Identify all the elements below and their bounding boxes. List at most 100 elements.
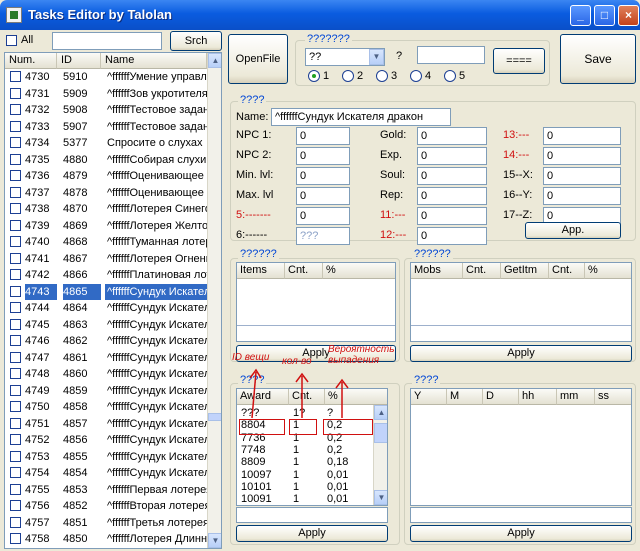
row-checkbox[interactable] [10,318,21,330]
list-item[interactable]: 4734 5377 Спросите о слухах [5,135,207,151]
award-cell-cnt[interactable]: 1 [293,444,299,456]
col3-field-input[interactable]: 0 [543,187,621,205]
award-cell-id[interactable]: 10097 [241,469,272,481]
col1-field-input[interactable]: 0 [296,167,350,185]
list-scrollbar[interactable]: ▲ ▼ [207,53,221,548]
row-checkbox[interactable] [10,434,21,445]
save-button[interactable]: Save [560,34,636,84]
column-header-id[interactable]: ID [57,53,101,69]
award-apply-button[interactable]: Apply [236,525,388,542]
list-item[interactable]: 4748 4860 ^ffffffСундук Искател [5,366,207,382]
award-cell-pct[interactable]: 0,18 [327,456,348,468]
list-item[interactable]: 4733 5907 ^ffffffТестовое задан [5,119,207,135]
award-cell-cnt[interactable]: 1 [293,493,299,505]
scroll-up-icon[interactable]: ▲ [208,53,221,68]
list-item[interactable]: 4736 4879 ^ffffffОценивающее и [5,168,207,184]
time-header-y[interactable]: Y [411,389,447,405]
row-checkbox[interactable] [10,104,21,115]
list-item[interactable]: 4730 5910 ^ffffffУмение управл [5,69,207,85]
col1-field-input[interactable]: 0 [296,127,350,145]
list-item[interactable]: 4758 4850 ^ffffffЛотерея Длинн [5,531,207,547]
mobs-edit-row[interactable] [411,325,631,341]
award-cell-cnt[interactable]: 1 [293,481,299,493]
list-item[interactable]: 4755 4853 ^ffffffПервая лотерея [5,482,207,498]
col2-field-input[interactable]: 0 [417,187,487,205]
award-cell-pct[interactable]: 0,2 [327,444,342,456]
combo-arrow-icon[interactable]: ▼ [369,49,384,65]
row-checkbox[interactable] [10,533,21,544]
items-grid[interactable]: Items Cnt. % [236,262,396,342]
col1-field-input[interactable]: ??? [296,227,350,245]
row-checkbox[interactable] [10,417,21,429]
mobs-header-cnt[interactable]: Cnt. [463,263,501,279]
name-input[interactable]: ^ffffffСундук Искателя дракон [271,108,451,126]
list-item[interactable]: 4752 4856 ^ffffffСундук Искател [5,432,207,448]
list-item[interactable]: 4737 4878 ^ffffffОценивающее и [5,185,207,201]
row-checkbox[interactable] [10,401,21,412]
list-item[interactable]: 4746 4862 ^ffffffСундук Искател [5,333,207,349]
row-checkbox[interactable] [10,302,21,313]
award-cell-cnt[interactable]: 1 [293,456,299,468]
time-edit-row[interactable] [410,507,632,523]
items-header-cnt[interactable]: Cnt. [285,263,323,279]
col3-field-input[interactable]: 0 [543,147,621,165]
award-cell-pct[interactable]: 0,01 [327,481,348,493]
list-item[interactable]: 4742 4866 ^ffffffПлатиновая лот [5,267,207,283]
row-checkbox[interactable] [10,236,21,247]
mobs-header-mobs[interactable]: Mobs [411,263,463,279]
list-item[interactable]: 4744 4864 ^ffffffСундук Искател [5,300,207,316]
award-cell-id[interactable]: 10101 [241,481,272,493]
time-header-ss[interactable]: ss [595,389,631,405]
row-checkbox[interactable] [10,203,21,214]
col2-field-input[interactable]: 0 [417,147,487,165]
list-item[interactable]: 4753 4855 ^ffffffСундук Искател [5,449,207,465]
row-checkbox[interactable] [10,137,21,148]
radio-5[interactable] [444,70,456,82]
list-item[interactable]: 4747 4861 ^ffffffСундук Искател [5,350,207,366]
col3-field-input[interactable]: 0 [543,167,621,185]
all-checkbox[interactable] [6,35,17,46]
quest-list[interactable]: Num. ID Name 4730 5910 ^ffffffУмение управ… [4,52,222,549]
list-item[interactable]: 4745 4863 ^ffffffСундук Искател [5,317,207,333]
time-header-mm[interactable]: mm [557,389,595,405]
award-cell-id[interactable]: 8809 [241,456,265,468]
award-cell-cnt[interactable]: 1 [293,469,299,481]
mobs-grid[interactable]: Mobs Cnt. GetItm Cnt. % [410,262,632,342]
row-checkbox[interactable] [10,335,21,346]
row-checkbox[interactable] [10,170,21,181]
minimize-button[interactable]: _ [570,5,591,26]
openfile-button[interactable]: OpenFile [228,34,288,84]
items-edit-row[interactable] [237,325,395,341]
award-scroll-thumb[interactable] [374,423,387,443]
col1-field-input[interactable]: 0 [296,147,350,165]
award-edit-row[interactable] [236,507,388,523]
row-checkbox[interactable] [10,153,21,165]
list-item[interactable]: 4741 4867 ^ffffffЛотерея Огненн [5,251,207,267]
row-checkbox[interactable] [10,483,21,495]
list-item[interactable]: 4756 4852 ^ffffffВторая лотерея [5,498,207,514]
list-item[interactable]: 4749 4859 ^ffffffСундук Искател [5,383,207,399]
maximize-button[interactable]: □ [594,5,615,26]
list-item[interactable]: 4754 4854 ^ffffffСундук Искател [5,465,207,481]
row-checkbox[interactable] [10,252,21,264]
award-cell-id[interactable]: 10091 [241,493,272,505]
column-header-name[interactable]: Name [101,53,207,69]
col2-field-input[interactable]: 0 [417,167,487,185]
row-checkbox[interactable] [10,467,21,478]
row-checkbox[interactable] [10,71,21,82]
list-item[interactable]: 4757 4851 ^ffffffТретья лотерея [5,515,207,531]
award-cell-pct[interactable]: 0,01 [327,493,348,505]
row-checkbox[interactable] [10,87,21,99]
radio-2[interactable] [342,70,354,82]
col2-field-input[interactable]: 0 [417,227,487,245]
time-apply-button[interactable]: Apply [410,525,632,542]
q-input[interactable] [417,46,485,64]
row-checkbox[interactable] [10,269,21,280]
mobs-apply-button[interactable]: Apply [410,345,632,362]
list-item[interactable]: 4732 5908 ^ffffffТестовое задан [5,102,207,118]
time-grid[interactable]: Y M D hh mm ss [410,388,632,506]
items-header-pct[interactable]: % [323,263,395,279]
list-item[interactable]: 4731 5909 ^ffffffЗов укротителя [5,86,207,102]
award-cell-pct[interactable]: 0,01 [327,469,348,481]
row-checkbox[interactable] [10,219,21,231]
